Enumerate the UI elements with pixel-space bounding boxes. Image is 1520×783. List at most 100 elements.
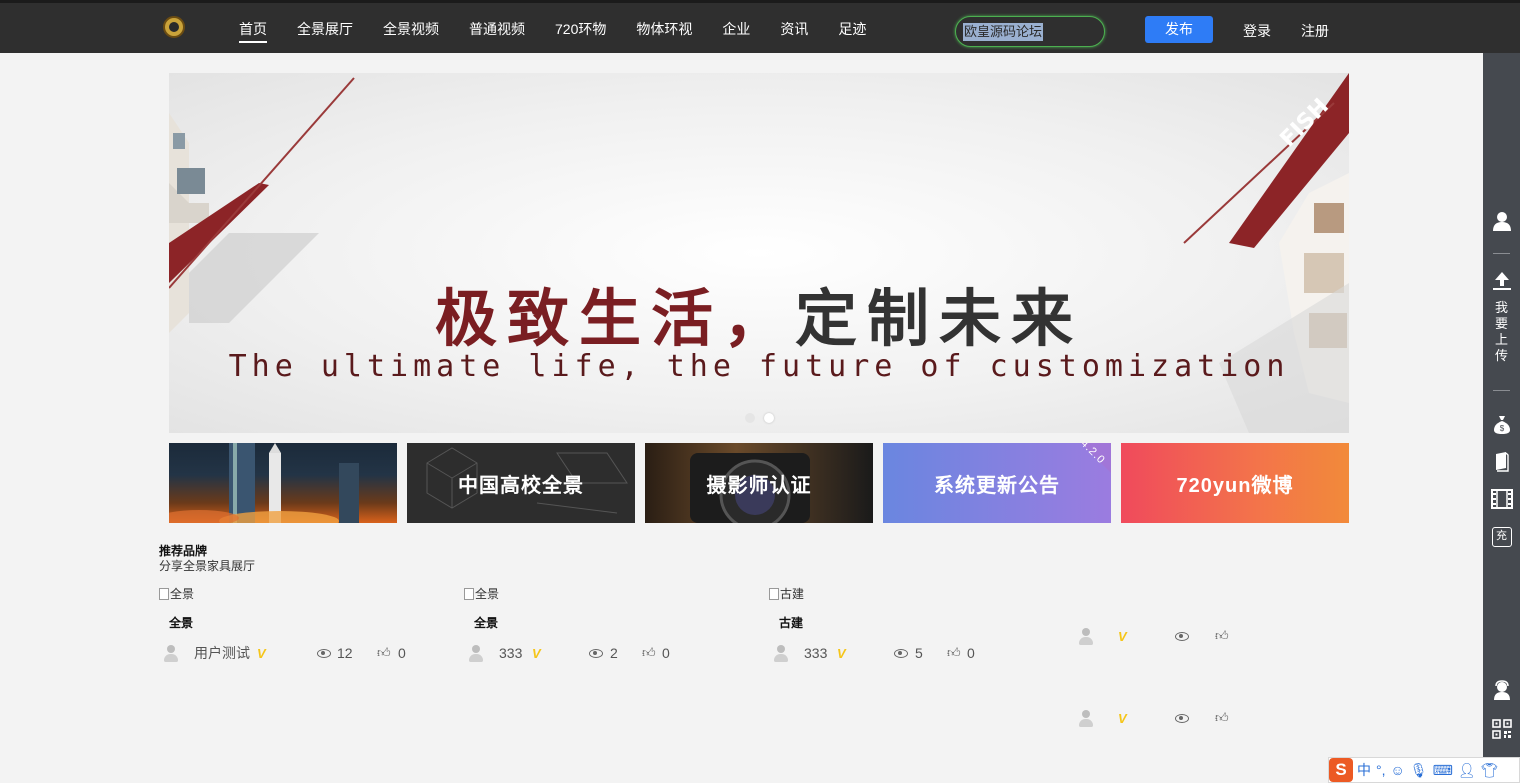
section-subtitle: 分享全景家具展厅 [159, 559, 256, 573]
qr-code-icon[interactable] [1483, 719, 1520, 739]
card-author[interactable]: 333 [499, 645, 522, 661]
user-icon[interactable]: 👤︎ [1458, 762, 1476, 779]
publish-button[interactable]: 发布 [1145, 16, 1213, 43]
nav-item-normal-video[interactable]: 普通视频 [469, 3, 525, 56]
card-title[interactable]: 全景 [169, 614, 193, 631]
card-title[interactable]: 古建 [779, 614, 803, 631]
sogou-logo-icon[interactable]: S [1329, 758, 1353, 782]
tile-label: 中国高校全景 [458, 474, 584, 497]
card-meta: V 👍︎ [1074, 624, 1334, 648]
top-navbar: 首页 全景展厅 全景视频 普通视频 720环物 物体环视 企业 资讯 足迹 欧皇… [0, 0, 1520, 53]
thumbs-up-icon[interactable]: 👍︎ [947, 645, 961, 661]
site-logo[interactable] [163, 16, 185, 38]
search-input[interactable]: 欧皇源码论坛 [963, 23, 1044, 41]
nav-item-720-object[interactable]: 720环物 [555, 3, 606, 56]
thumbs-up-icon[interactable]: 👍︎ [1215, 710, 1229, 726]
ime-language-toggle[interactable]: 中 [1357, 760, 1371, 780]
card-author[interactable]: 用户测试 [194, 643, 250, 663]
login-link[interactable]: 登录 [1243, 3, 1271, 60]
verified-badge-icon: V [257, 645, 266, 661]
card-likes: 0 [662, 645, 670, 661]
money-bag-icon[interactable]: $ [1483, 415, 1520, 435]
card-title[interactable]: 全景 [474, 614, 498, 631]
content-card[interactable]: 古建 古建 333 V 5 👍︎ 0 [769, 585, 1029, 675]
avatar[interactable] [466, 643, 486, 663]
tile-label: 摄影师认证 [706, 474, 812, 497]
card-likes: 0 [967, 645, 975, 661]
broken-image-icon [464, 587, 474, 600]
carousel-dot-2[interactable] [764, 413, 774, 423]
register-link[interactable]: 注册 [1301, 3, 1329, 60]
right-toolbar: 我要上传 $ 充 [1483, 53, 1520, 783]
keyboard-icon[interactable]: ⌨ [1433, 762, 1453, 779]
nav-item-footprint[interactable]: 足迹 [838, 3, 866, 56]
content-card[interactable]: 全景 全景 333 V 2 👍︎ 0 [464, 585, 724, 675]
card-image-alt: 全景 [170, 587, 195, 601]
film-icon[interactable] [1483, 489, 1520, 509]
card-image[interactable]: 古建 [769, 585, 804, 602]
verified-badge-icon: V [1118, 628, 1127, 644]
user-icon[interactable] [1483, 211, 1520, 231]
nav-item-news[interactable]: 资讯 [780, 3, 808, 56]
content-card[interactable]: 全景 全景 用户测试 V 12 👍︎ 0 [159, 585, 419, 675]
ime-punctuation-toggle[interactable]: °, [1376, 762, 1386, 778]
recharge-label: 充 [1491, 527, 1512, 547]
content-card-empty[interactable]: V 👍︎ [1074, 650, 1334, 728]
broken-image-icon [769, 587, 779, 600]
card-image[interactable]: 全景 [159, 585, 194, 602]
tile-label: 720yun微博 [1176, 474, 1294, 497]
nav-item-panorama-video[interactable]: 全景视频 [383, 3, 439, 56]
card-image[interactable]: 全景 [464, 585, 499, 602]
content-card-empty[interactable]: V 👍︎ [1074, 568, 1334, 646]
card-likes: 0 [398, 645, 406, 661]
tile-system-update[interactable]: 4.2.0 系统更新公告 [883, 443, 1111, 523]
tile-university-panorama[interactable]: 中国高校全景 [407, 443, 635, 523]
hero-banner[interactable]: FISH 极致生活，定制未来 The ultimate life, the fu… [169, 73, 1349, 433]
avatar[interactable] [161, 643, 181, 663]
card-image-alt: 全景 [475, 587, 500, 601]
banner-title-red: 极致生活， [434, 282, 795, 355]
eye-icon [1175, 714, 1189, 723]
rocket-image [169, 443, 359, 523]
upload-label[interactable]: 我要上传 [1483, 300, 1520, 364]
nav-item-home[interactable]: 首页 [239, 3, 267, 56]
thumbs-up-icon[interactable]: 👍︎ [642, 645, 656, 661]
avatar[interactable] [1076, 626, 1096, 646]
eye-icon [894, 649, 908, 658]
emoji-icon[interactable]: ☺ [1391, 762, 1405, 778]
book-icon[interactable] [1483, 452, 1520, 472]
divider [1493, 253, 1510, 254]
search-box[interactable]: 欧皇源码论坛 [955, 16, 1105, 47]
card-views: 12 [337, 645, 353, 661]
tile-label: 系统更新公告 [934, 474, 1060, 497]
microphone-icon[interactable]: 🎙︎ [1410, 762, 1428, 779]
thumbs-up-icon[interactable]: 👍︎ [377, 645, 391, 661]
avatar[interactable] [1076, 708, 1096, 728]
nav-item-panorama-hall[interactable]: 全景展厅 [297, 3, 353, 56]
card-views: 5 [915, 645, 923, 661]
ime-toolbar[interactable]: S 中 °, ☺ 🎙︎ ⌨ 👤︎ 👕︎ [1328, 757, 1520, 783]
card-author[interactable]: 333 [804, 645, 827, 661]
skin-icon[interactable]: 👕︎ [1481, 762, 1499, 779]
avatar[interactable] [771, 643, 791, 663]
nav-item-enterprise[interactable]: 企业 [722, 3, 750, 56]
divider [1493, 390, 1510, 391]
svg-text:$: $ [1499, 424, 1504, 433]
banner-subtitle: The ultimate life, the future of customi… [228, 349, 1290, 384]
eye-icon [317, 649, 331, 658]
verified-badge-icon: V [837, 645, 846, 661]
nav-item-object-view[interactable]: 物体环视 [636, 3, 692, 56]
customer-service-icon[interactable] [1483, 680, 1520, 700]
verified-badge-icon: V [1118, 710, 1127, 726]
tile-photographer-cert[interactable]: 摄影师认证 [645, 443, 873, 523]
thumbs-up-icon[interactable]: 👍︎ [1215, 628, 1229, 644]
tile-rocket[interactable] [169, 443, 397, 523]
banner-title: 极致生活，定制未来 [169, 268, 1349, 358]
upload-icon[interactable] [1483, 271, 1520, 291]
upload-label-text: 我要上传 [1495, 300, 1509, 363]
carousel-dot-1[interactable] [745, 413, 755, 423]
tile-weibo[interactable]: 720yun微博 [1121, 443, 1349, 523]
banner-title-dark: 定制未来 [795, 282, 1084, 355]
eye-icon [1175, 632, 1189, 641]
recharge-icon[interactable]: 充 [1483, 527, 1520, 547]
